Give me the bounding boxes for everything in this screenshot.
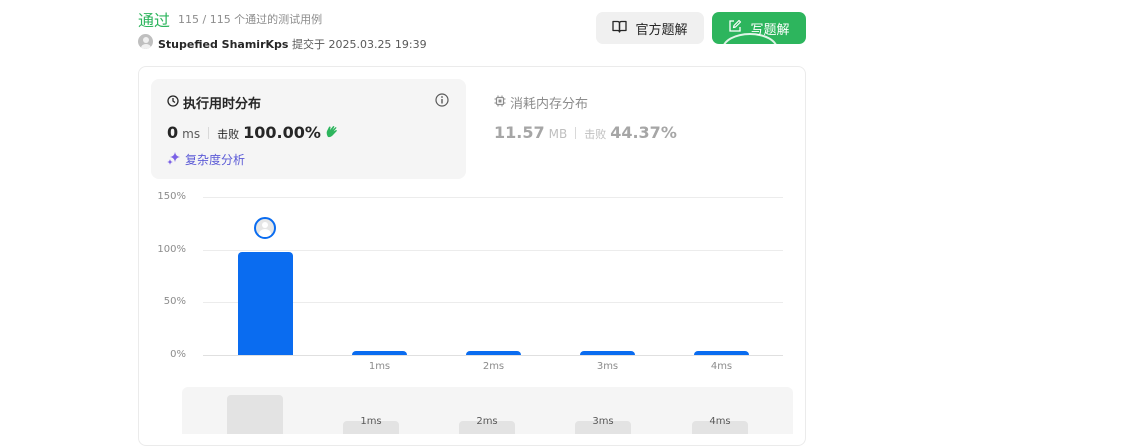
- submission-info: Stupefied ShamirKps 提交于 2025.03.25 19:39: [158, 36, 427, 52]
- submitted-prefix: 提交于: [291, 38, 325, 51]
- gridline: [203, 197, 783, 198]
- divider: [575, 126, 577, 139]
- chip-icon: [494, 95, 506, 111]
- submitted-time: 2025.03.25 19:39: [328, 38, 427, 51]
- chart-bar[interactable]: [694, 350, 749, 355]
- minimap-label: 2ms: [476, 416, 498, 427]
- runtime-metric: 0 ms 击败 100.00%: [167, 123, 339, 142]
- book-icon: [612, 20, 628, 37]
- minimap-label: 4ms: [709, 416, 731, 427]
- memory-beat-value: 44.37%: [610, 123, 677, 142]
- official-solution-label: 官方题解: [635, 22, 688, 38]
- testcase-count: 115 / 115 个通过的测试用例: [178, 13, 323, 26]
- write-solution-button[interactable]: 写题解: [712, 12, 806, 44]
- chart-bar[interactable]: [238, 251, 293, 355]
- avatar[interactable]: [138, 34, 153, 49]
- chart-bar[interactable]: [466, 350, 521, 355]
- runtime-beat-value: 100.00%: [243, 123, 321, 142]
- sparkle-icon: [167, 151, 181, 168]
- minimap-label: 1ms: [360, 416, 382, 427]
- username-link[interactable]: Stupefied ShamirKps: [158, 38, 288, 51]
- official-solution-button[interactable]: 官方题解: [596, 12, 704, 44]
- y-tick-label: 150%: [157, 191, 186, 202]
- chart-bar[interactable]: [580, 350, 635, 355]
- x-tick-label: 3ms: [596, 361, 619, 372]
- memory-value: 11.57: [494, 123, 545, 142]
- y-tick-label: 50%: [163, 296, 186, 308]
- complexity-analysis-link[interactable]: 复杂度分析: [167, 151, 245, 168]
- runtime-title: 执行用时分布: [167, 93, 261, 112]
- y-tick-label: 100%: [157, 243, 186, 255]
- x-tick-label: 1ms: [368, 361, 391, 372]
- gridline: [203, 355, 783, 356]
- status-title: 通过: [138, 11, 171, 30]
- memory-beat-label: 击败: [584, 128, 607, 141]
- clap-icon: [325, 123, 339, 142]
- runtime-beat-label: 击败: [217, 128, 240, 141]
- runtime-title-text: 执行用时分布: [183, 97, 262, 112]
- gridline: [203, 249, 783, 251]
- runtime-value: 0: [167, 123, 179, 142]
- minimap-label: 3ms: [592, 416, 614, 427]
- memory-title[interactable]: 消耗内存分布: [494, 93, 588, 112]
- info-icon[interactable]: [435, 92, 449, 111]
- runtime-unit: ms: [182, 127, 201, 141]
- memory-title-text: 消耗内存分布: [510, 97, 589, 112]
- complexity-link-text: 复杂度分析: [185, 153, 246, 167]
- memory-metric: 11.57 MB 击败 44.37%: [494, 123, 677, 142]
- user-avatar-marker[interactable]: [254, 217, 276, 239]
- minimap-bar: [227, 395, 283, 434]
- memory-unit: MB: [548, 127, 568, 141]
- x-tick-label: 4ms: [710, 361, 733, 372]
- divider: [208, 126, 210, 139]
- x-tick-label: 2ms: [482, 361, 505, 372]
- chart-bar[interactable]: [352, 350, 407, 355]
- y-tick-label: 0%: [170, 349, 186, 360]
- clock-icon: [167, 94, 179, 111]
